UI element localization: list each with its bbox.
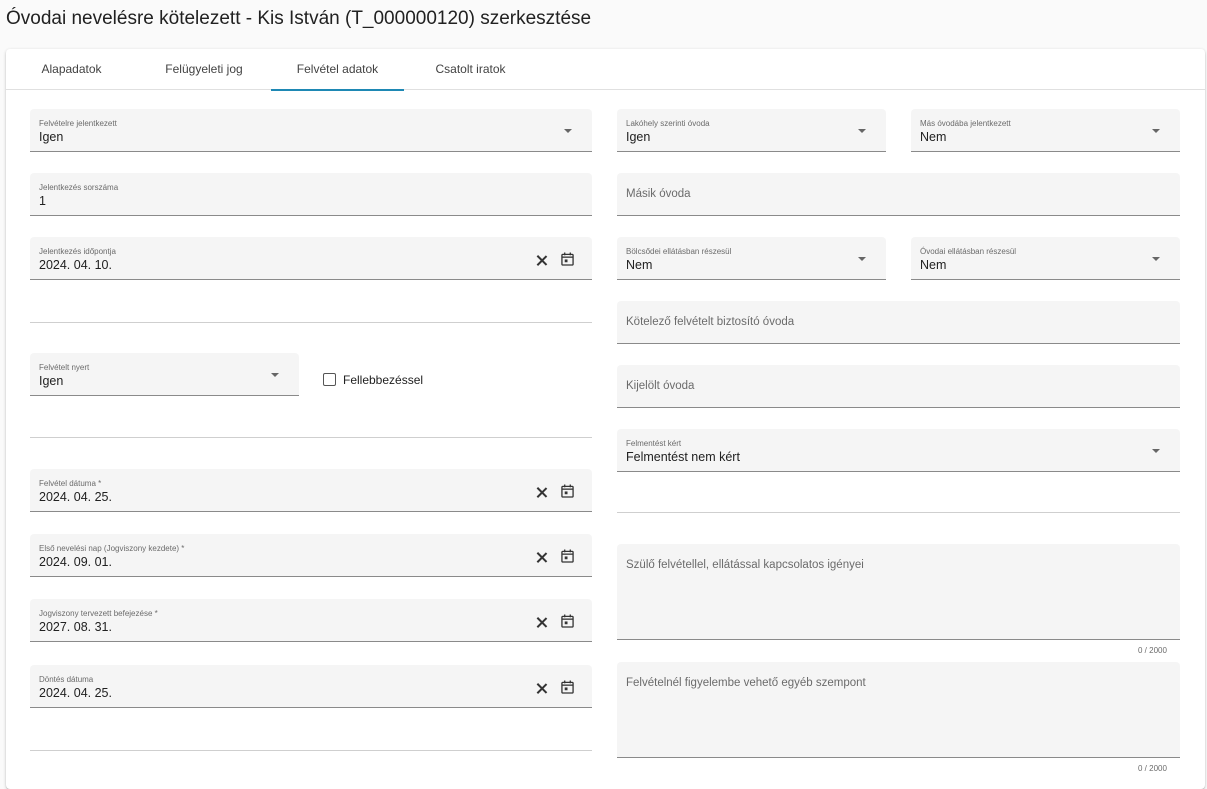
page-title: Óvodai nevelésre kötelezett - Kis István… bbox=[6, 8, 592, 29]
field-value: Igen bbox=[626, 130, 651, 144]
field-value: 1 bbox=[39, 194, 46, 208]
active-tab-indicator bbox=[271, 89, 404, 91]
field-label: Döntés dátuma bbox=[39, 675, 94, 684]
felmentest-kert-select[interactable]: Felmentést kért Felmentést nem kért bbox=[617, 429, 1180, 472]
field-label: Jogviszony tervezett befejezése * bbox=[39, 609, 158, 618]
clear-icon[interactable] bbox=[536, 552, 547, 563]
field-placeholder: Szülő felvétellel, ellátással kapcsolato… bbox=[626, 559, 864, 571]
section-divider bbox=[30, 750, 592, 751]
felvetelre-jelentkezett-select[interactable]: Felvételre jelentkezett Igen bbox=[30, 109, 592, 152]
field-value: Nem bbox=[920, 258, 947, 272]
dropdown-arrow-icon bbox=[1152, 129, 1160, 133]
ovodai-ellatas-select[interactable]: Óvodai ellátásban részesül Nem bbox=[911, 237, 1180, 280]
dontes-datuma-datepicker[interactable]: Döntés dátuma 2024. 04. 25. bbox=[30, 665, 592, 708]
field-label: Óvodai ellátásban részesül bbox=[920, 247, 1017, 256]
clear-icon[interactable] bbox=[536, 683, 547, 694]
lakohely-szerinti-ovoda-select[interactable]: Lakóhely szerinti óvoda Igen bbox=[617, 109, 886, 152]
field-label: Felmentést kért bbox=[626, 439, 682, 448]
character-counter: 0 / 2000 bbox=[1138, 764, 1167, 773]
fellebbezessel-checkbox[interactable] bbox=[323, 373, 336, 386]
mas-ovodaba-jelentkezett-select[interactable]: Más óvodába jelentkezett Nem bbox=[911, 109, 1180, 152]
tab-csatolt-iratok[interactable]: Csatolt iratok bbox=[404, 49, 537, 90]
field-value: Nem bbox=[626, 258, 653, 272]
felvetel-datuma-datepicker[interactable]: Felvétel dátuma * 2024. 04. 25. bbox=[30, 469, 592, 512]
dropdown-arrow-icon bbox=[1152, 257, 1160, 261]
calendar-icon[interactable] bbox=[561, 614, 574, 628]
field-value: 2027. 08. 31. bbox=[39, 620, 112, 634]
calendar-icon[interactable] bbox=[561, 484, 574, 498]
section-divider bbox=[30, 437, 592, 438]
dropdown-arrow-icon bbox=[858, 129, 866, 133]
jelentkezes-sorszama-input[interactable]: Jelentkezés sorszáma 1 bbox=[30, 173, 592, 216]
field-label: Felvételre jelentkezett bbox=[39, 119, 117, 128]
tab-felugyeleti-jog[interactable]: Felügyeleti jog bbox=[137, 49, 271, 90]
kijelolt-ovoda-input[interactable]: Kijelölt óvoda bbox=[617, 365, 1180, 408]
field-label: Jelentkezés időpontja bbox=[39, 247, 116, 256]
field-label: Felvételt nyert bbox=[39, 363, 90, 372]
field-value: Nem bbox=[920, 130, 947, 144]
field-placeholder: Felvételnél figyelembe vehető egyéb szem… bbox=[626, 677, 866, 689]
clear-icon[interactable] bbox=[536, 255, 547, 266]
section-divider bbox=[617, 512, 1180, 513]
elso-nevelesi-nap-datepicker[interactable]: Első nevelési nap (Jogviszony kezdete) *… bbox=[30, 534, 592, 577]
section-divider bbox=[30, 322, 592, 323]
jogviszony-befejezese-datepicker[interactable]: Jogviszony tervezett befejezése * 2027. … bbox=[30, 599, 592, 642]
field-value: 2024. 04. 25. bbox=[39, 490, 112, 504]
szulo-igenyei-textarea[interactable]: Szülő felvétellel, ellátással kapcsolato… bbox=[617, 544, 1180, 640]
calendar-icon[interactable] bbox=[561, 680, 574, 694]
bolcsodei-ellatas-select[interactable]: Bölcsődei ellátásban részesül Nem bbox=[617, 237, 886, 280]
field-label: Bölcsődei ellátásban részesül bbox=[626, 247, 732, 256]
field-value: 2024. 04. 10. bbox=[39, 258, 112, 272]
calendar-icon[interactable] bbox=[561, 252, 574, 266]
masik-ovoda-input[interactable]: Másik óvoda bbox=[617, 173, 1180, 216]
calendar-icon[interactable] bbox=[561, 549, 574, 563]
tab-alapadatok[interactable]: Alapadatok bbox=[6, 49, 137, 90]
dropdown-arrow-icon bbox=[564, 129, 572, 133]
dropdown-arrow-icon bbox=[858, 257, 866, 261]
clear-icon[interactable] bbox=[536, 487, 547, 498]
field-placeholder: Kijelölt óvoda bbox=[626, 380, 695, 392]
tab-felvetel-adatok-label: Felvétel adatok bbox=[296, 62, 379, 76]
kotelezo-felvetel-input[interactable]: Kötelező felvételt biztosító óvoda bbox=[617, 301, 1180, 344]
field-value: 2024. 09. 01. bbox=[39, 555, 112, 569]
field-value: Igen bbox=[39, 374, 64, 388]
field-value: Felmentést nem kért bbox=[626, 450, 740, 464]
jelentkezes-idopontja-datepicker[interactable]: Jelentkezés időpontja 2024. 04. 10. bbox=[30, 237, 592, 280]
tab-felvetel-adatok[interactable]: Felvétel adatok bbox=[271, 49, 404, 91]
fellebbezessel-label: Fellebbezéssel bbox=[343, 373, 424, 387]
field-label: Felvétel dátuma * bbox=[39, 479, 102, 488]
tab-bar: Alapadatok Felügyeleti jog Felvétel adat… bbox=[6, 49, 1205, 91]
dropdown-arrow-icon bbox=[271, 373, 279, 377]
field-placeholder: Kötelező felvételt biztosító óvoda bbox=[626, 316, 795, 328]
field-label: Más óvodába jelentkezett bbox=[920, 119, 1011, 128]
clear-icon[interactable] bbox=[536, 617, 547, 628]
field-value: 2024. 04. 25. bbox=[39, 686, 112, 700]
character-counter: 0 / 2000 bbox=[1138, 646, 1167, 655]
dropdown-arrow-icon bbox=[1152, 449, 1160, 453]
egyeb-szempont-textarea[interactable]: Felvételnél figyelembe vehető egyéb szem… bbox=[617, 662, 1180, 758]
felvetelt-nyert-select[interactable]: Felvételt nyert Igen bbox=[30, 353, 299, 396]
field-label: Lakóhely szerinti óvoda bbox=[626, 119, 710, 128]
field-value: Igen bbox=[39, 130, 64, 144]
field-label: Első nevelési nap (Jogviszony kezdete) * bbox=[39, 544, 185, 553]
field-label: Jelentkezés sorszáma bbox=[39, 183, 119, 192]
field-placeholder: Másik óvoda bbox=[626, 188, 691, 200]
